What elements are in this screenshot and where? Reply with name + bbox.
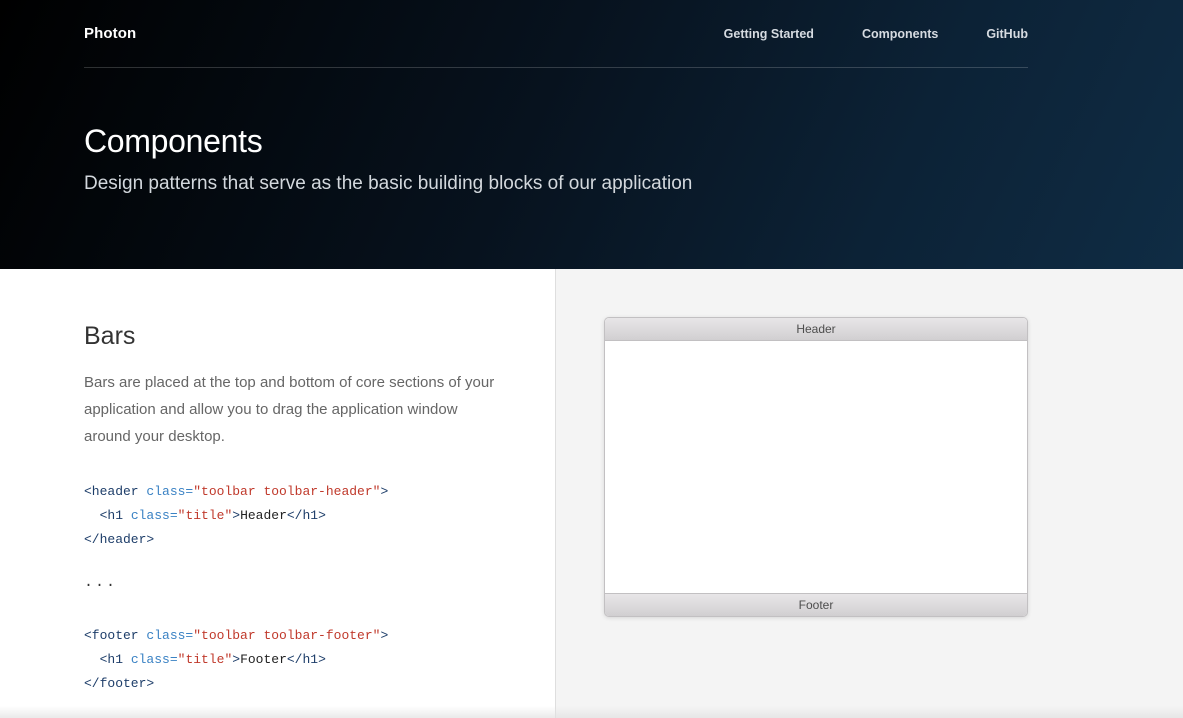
code-line: </footer> [84, 672, 388, 696]
code-attr: class= [146, 628, 194, 643]
page-subtitle: Design patterns that serve as the basic … [84, 173, 693, 194]
bottom-fade [0, 706, 1183, 718]
top-nav: Photon Getting Started Components GitHub [84, 0, 1028, 68]
toolbar-footer[interactable]: Footer [605, 593, 1027, 616]
code-text: Header [240, 508, 287, 523]
code-tag: </h1> [286, 652, 326, 667]
code-string: "toolbar toolbar-footer" [193, 628, 381, 643]
code-tag: </h1> [286, 508, 326, 523]
code-string: "title" [177, 652, 233, 667]
code-tag: </header> [84, 532, 155, 547]
code-tag: <h1 [99, 652, 124, 667]
code-string: "toolbar toolbar-header" [193, 484, 381, 499]
code-attr: class= [130, 652, 178, 667]
toolbar-header[interactable]: Header [605, 318, 1027, 341]
code-sample-footer: <footer class="toolbar toolbar-footer"> … [84, 624, 388, 696]
code-attr: class= [146, 484, 194, 499]
code-tag: <h1 [99, 508, 124, 523]
code-string: "title" [177, 508, 233, 523]
code-line: <footer class="toolbar toolbar-footer"> [84, 624, 388, 648]
code-tag: > [232, 652, 241, 667]
code-line: <h1 class="title">Footer</h1> [84, 648, 388, 672]
hero-banner: Photon Getting Started Components GitHub… [0, 0, 1183, 269]
code-tag: > [380, 484, 389, 499]
nav-link-components[interactable]: Components [862, 27, 938, 41]
code-line: <h1 class="title">Header</h1> [84, 504, 388, 528]
code-line: </header> [84, 528, 388, 552]
code-tag: > [380, 628, 389, 643]
nav-link-getting-started[interactable]: Getting Started [724, 27, 814, 41]
code-tag: > [232, 508, 241, 523]
brand-logo[interactable]: Photon [84, 25, 136, 42]
section-title: Bars [84, 322, 136, 350]
code-tag: <footer [84, 628, 139, 643]
code-sample-header: <header class="toolbar toolbar-header"> … [84, 480, 388, 552]
code-line: <header class="toolbar toolbar-header"> [84, 480, 388, 504]
code-tag: <header [84, 484, 139, 499]
demo-window: Header Footer [604, 317, 1028, 617]
page-title: Components [84, 123, 263, 159]
nav-links: Getting Started Components GitHub [676, 27, 1028, 41]
code-text: Footer [240, 652, 287, 667]
docs-panel: Bars Bars are placed at the top and bott… [0, 269, 556, 718]
nav-link-github[interactable]: GitHub [986, 27, 1028, 41]
demo-panel: Header Footer [556, 269, 1183, 718]
code-attr: class= [130, 508, 178, 523]
code-ellipsis: ... [84, 574, 118, 591]
code-tag: </footer> [84, 676, 155, 691]
section-description: Bars are placed at the top and bottom of… [84, 374, 495, 445]
